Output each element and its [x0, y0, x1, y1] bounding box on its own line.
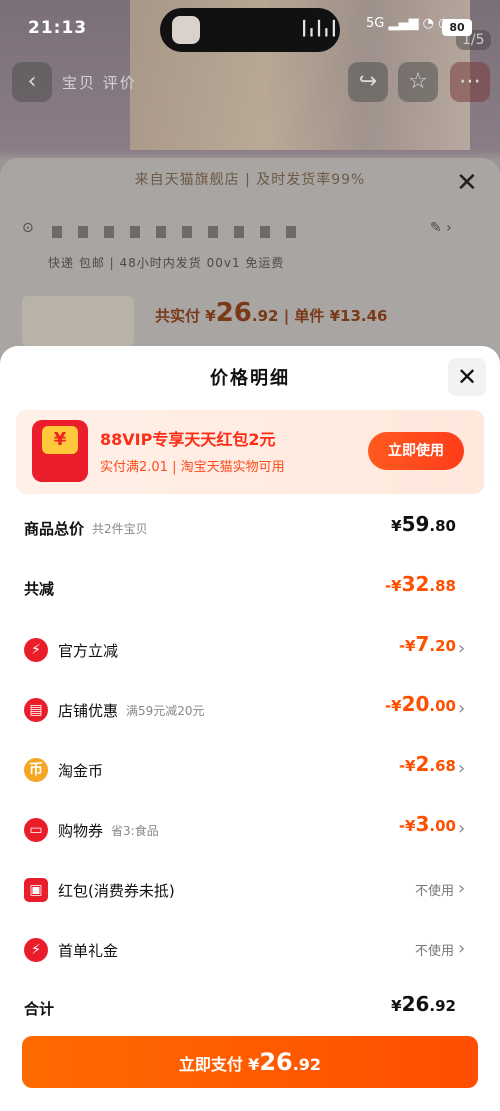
red-packet-icon: ▣: [24, 878, 48, 902]
row-red-packet[interactable]: ▣ 红包(消费券未抵) 不使用 ›: [0, 870, 500, 910]
total-label: 共实付: [155, 307, 201, 325]
promo-title: 88VIP专享天天红包2元: [100, 430, 276, 449]
pay-currency: ¥: [248, 1055, 260, 1074]
row-total-discount: 共减 -¥32.88: [0, 570, 500, 610]
chevron-right-icon: ›: [458, 698, 466, 719]
more-icon: ⋯: [450, 62, 490, 102]
pay-dec: .92: [292, 1055, 322, 1074]
avatar: [172, 16, 200, 44]
row-label: 店铺优惠: [58, 701, 119, 720]
network-label: 5G: [366, 16, 385, 31]
total-int: 26: [215, 298, 252, 328]
red-packet-icon: ¥: [32, 420, 88, 482]
row-voucher[interactable]: ▭ 购物券 省3:食品 -¥3.00 ›: [0, 810, 500, 850]
row-note: 共2件宝贝: [92, 522, 148, 536]
back-icon: ‹: [12, 62, 52, 102]
address-row: ⊙ ✎ ›: [22, 220, 482, 246]
row-label: 合计: [24, 1000, 55, 1018]
row-label: 淘金币: [58, 761, 104, 780]
chevron-right-icon: ›: [458, 938, 466, 959]
close-button[interactable]: ✕: [448, 358, 486, 396]
row-amount: -¥32.88: [384, 572, 456, 596]
coin-icon: 币: [24, 758, 48, 782]
row-first-gift[interactable]: ⚡ 首单礼金 不使用 ›: [0, 930, 500, 970]
row-coins[interactable]: 币淘金币 -¥2.68 ›: [0, 750, 500, 790]
row-value: 不使用: [414, 944, 454, 959]
row-amount: -¥7.20: [398, 632, 456, 656]
edit-icon: ✎ ›: [430, 220, 452, 236]
price-detail-sheet: 价格明细 ✕ ¥ 88VIP专享天天红包2元 实付满2.01 | 淘宝天猫实物可…: [0, 346, 500, 1111]
row-note: 满59元减20元: [126, 703, 205, 718]
ticket-icon: ▭: [24, 818, 48, 842]
row-store-discount[interactable]: ▤ 店铺优惠 满59元减20元 -¥20.00 ›: [0, 690, 500, 730]
dynamic-island: ┃╻┃╻┃: [160, 8, 340, 52]
address-redacted: [52, 226, 312, 238]
product-thumbnail: [22, 296, 134, 346]
store-icon: ▤: [24, 698, 48, 722]
share-icon: ↪: [348, 62, 388, 102]
lightning-icon: ⚡: [24, 938, 48, 962]
promo-banner: ¥ 88VIP专享天天红包2元 实付满2.01 | 淘宝天猫实物可用 立即使用: [16, 410, 484, 494]
total-dec: .92: [251, 307, 279, 325]
row-label: 首单礼金: [58, 941, 119, 960]
status-bar: 21:13 ┃╻┃╻┃ 5G ▂▄▆ ◔ ◔ 80: [0, 0, 500, 58]
order-total: 共实付 ¥26.92 | 单件 ¥13.46: [155, 298, 388, 328]
row-label: 官方立减: [58, 641, 119, 660]
delivery-info: 快递 包邮 | 48小时内发货 00v1 免运费: [48, 256, 285, 270]
row-note: 省3:食品: [111, 823, 159, 838]
yen-icon: ¥: [42, 426, 78, 454]
lightning-icon: ⚡: [24, 638, 48, 662]
row-amount: -¥2.68: [398, 752, 456, 776]
sheet-title: 价格明细: [210, 368, 290, 389]
chevron-right-icon: ›: [458, 878, 466, 899]
favorite-icon: ☆: [398, 62, 438, 102]
pay-now-button[interactable]: 立即支付 ¥26.92: [22, 1036, 478, 1088]
audio-wave-icon: ┃╻┃╻┃: [300, 21, 338, 37]
row-amount: ¥26.92: [391, 992, 456, 1016]
close-icon: ✕: [456, 168, 478, 198]
chevron-right-icon: ›: [458, 638, 466, 659]
pay-int: 26: [259, 1048, 293, 1076]
pay-label: 立即支付: [178, 1055, 243, 1074]
row-sum: 合计 ¥26.92: [0, 990, 500, 1030]
row-value: 不使用: [414, 884, 454, 899]
bg-tabs-text: 宝贝 评价: [62, 74, 137, 92]
row-label: 红包(消费券未抵): [58, 881, 175, 900]
row-amount: -¥20.00: [384, 692, 456, 716]
chevron-right-icon: ›: [458, 818, 466, 839]
signal-icon: 5G ▂▄▆ ◔ ◔: [366, 16, 450, 31]
row-label: 购物券: [58, 821, 104, 840]
store-banner: 来自天猫旗舰店 | 及时发货率99%: [134, 172, 366, 188]
battery-icon: 80: [442, 19, 472, 36]
row-label: 商品总价: [24, 520, 85, 538]
use-now-button[interactable]: 立即使用: [368, 432, 464, 470]
location-icon: ⊙: [22, 220, 34, 236]
row-amount: ¥59.80: [391, 512, 456, 536]
unit-price: | 单件 ¥13.46: [283, 307, 388, 325]
row-goods-total: 商品总价 共2件宝贝 ¥59.80: [0, 510, 500, 550]
row-official-discount[interactable]: ⚡ 官方立减 -¥7.20 ›: [0, 630, 500, 670]
row-amount: -¥3.00: [398, 812, 456, 836]
promo-subtitle: 实付满2.01 | 淘宝天猫实物可用: [100, 460, 285, 475]
row-label: 共减: [24, 580, 55, 598]
total-currency: ¥: [205, 307, 216, 325]
clock: 21:13: [28, 18, 88, 38]
chevron-right-icon: ›: [458, 758, 466, 779]
